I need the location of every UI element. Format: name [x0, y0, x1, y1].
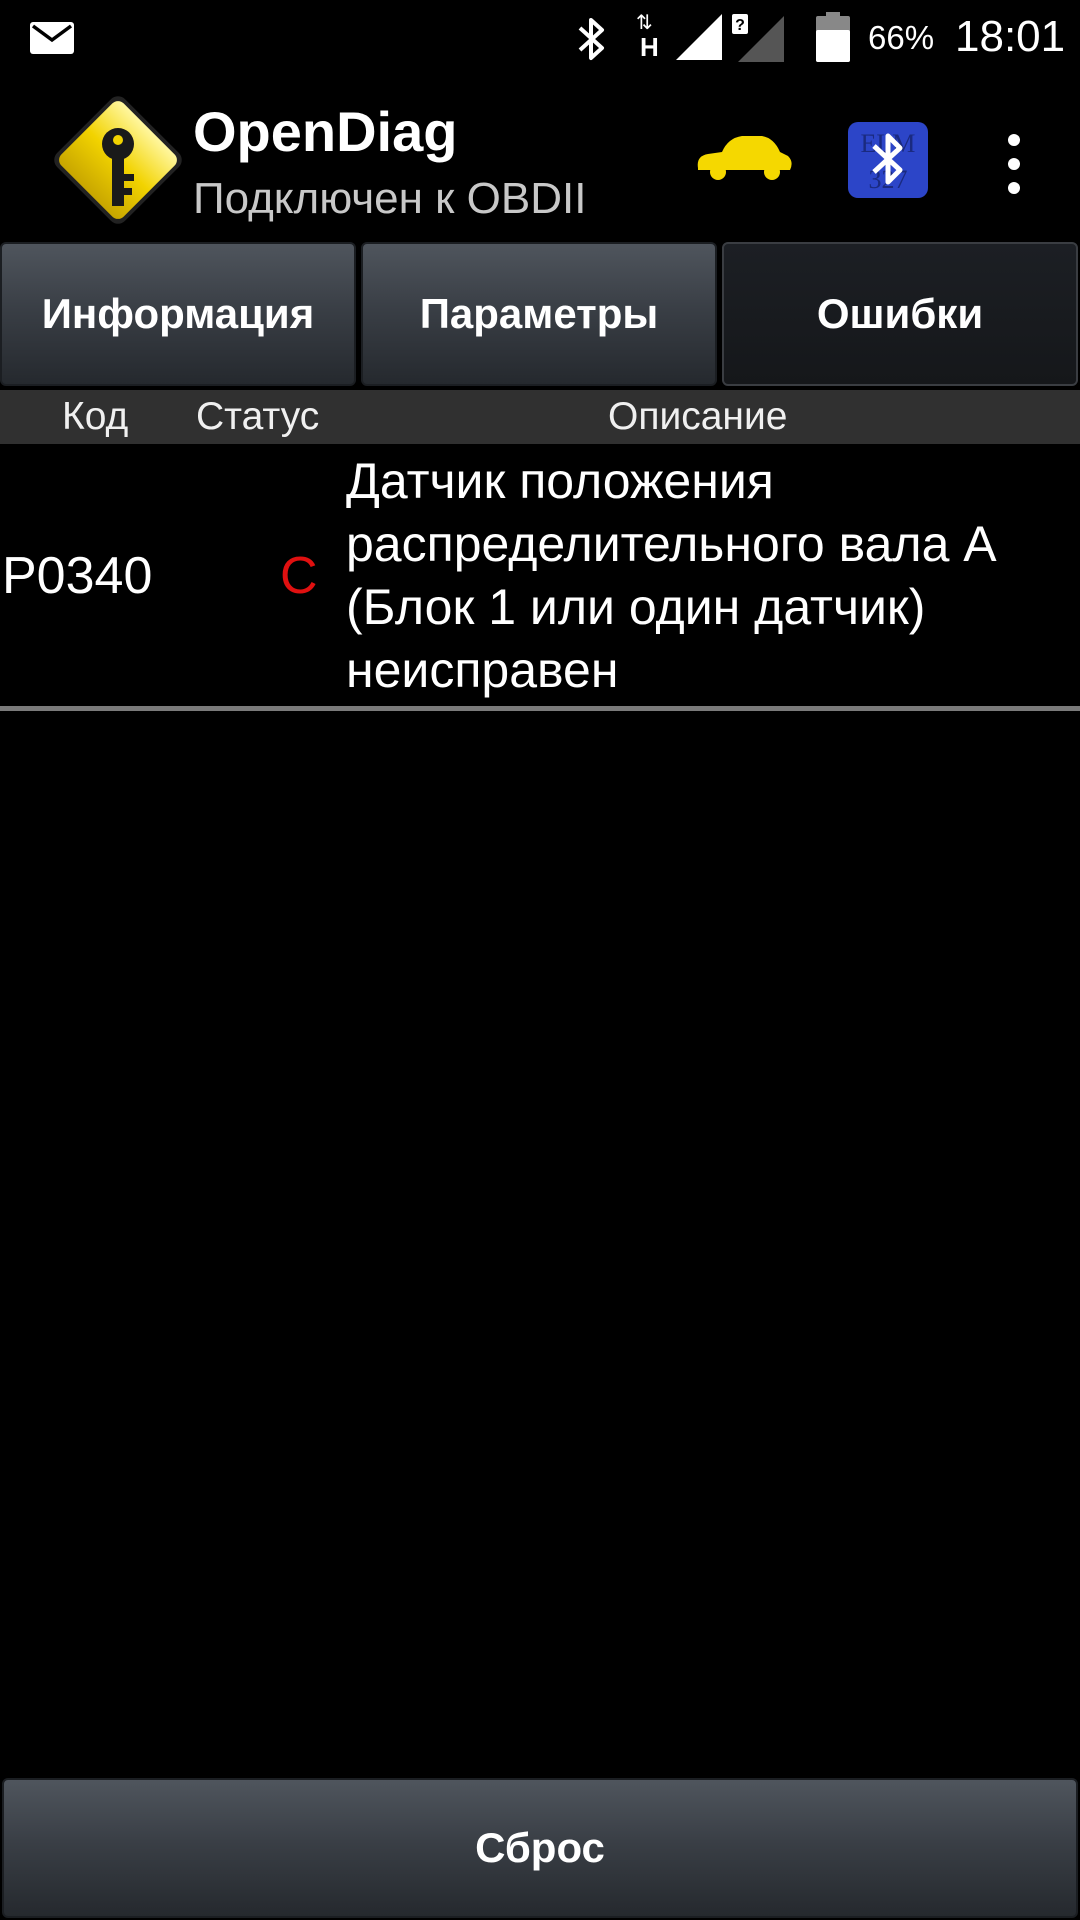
- signal-unknown-icon: ?: [732, 14, 784, 62]
- app-logo-icon[interactable]: [44, 86, 192, 234]
- car-icon[interactable]: [694, 130, 794, 184]
- column-header-code: Код: [62, 395, 129, 438]
- signal-icon: [676, 14, 722, 60]
- reset-button[interactable]: Сброс: [2, 1778, 1078, 1918]
- elm327-bluetooth-icon[interactable]: ELM 327: [848, 122, 928, 198]
- error-description: Датчик положения распределительного вала…: [346, 453, 994, 698]
- bluetooth-icon: [578, 18, 604, 60]
- tab-bar: Информация Параметры Ошибки: [0, 242, 1080, 388]
- overflow-menu-icon[interactable]: [1000, 132, 1028, 196]
- error-status: C: [280, 547, 318, 605]
- battery-percentage: 66%: [868, 19, 935, 56]
- error-code: P0340: [2, 547, 153, 605]
- connection-status: Подключен к OBDII: [193, 174, 587, 223]
- column-header-status: Статус: [196, 395, 320, 438]
- battery-icon: [816, 12, 850, 62]
- row-divider: [0, 706, 1080, 711]
- tab-information[interactable]: Информация: [0, 242, 356, 386]
- data-h-icon: ⇅ H: [636, 10, 659, 62]
- svg-text:?: ?: [735, 17, 745, 34]
- column-header-description: Описание: [608, 395, 788, 438]
- clock: 18:01: [955, 12, 1066, 61]
- tab-errors[interactable]: Ошибки: [722, 242, 1078, 386]
- table-header: Код Статус Описание: [0, 390, 1080, 444]
- status-bar: ⇅ H ? 66% 18:01: [0, 0, 1080, 80]
- table-row[interactable]: P0340 C Датчик положения распределительн…: [0, 444, 1080, 706]
- action-bar: OpenDiag Подключен к OBDII ELM 327: [0, 80, 1080, 240]
- tab-parameters[interactable]: Параметры: [361, 242, 717, 386]
- app-title: OpenDiag: [193, 100, 458, 163]
- mail-icon: [30, 22, 74, 54]
